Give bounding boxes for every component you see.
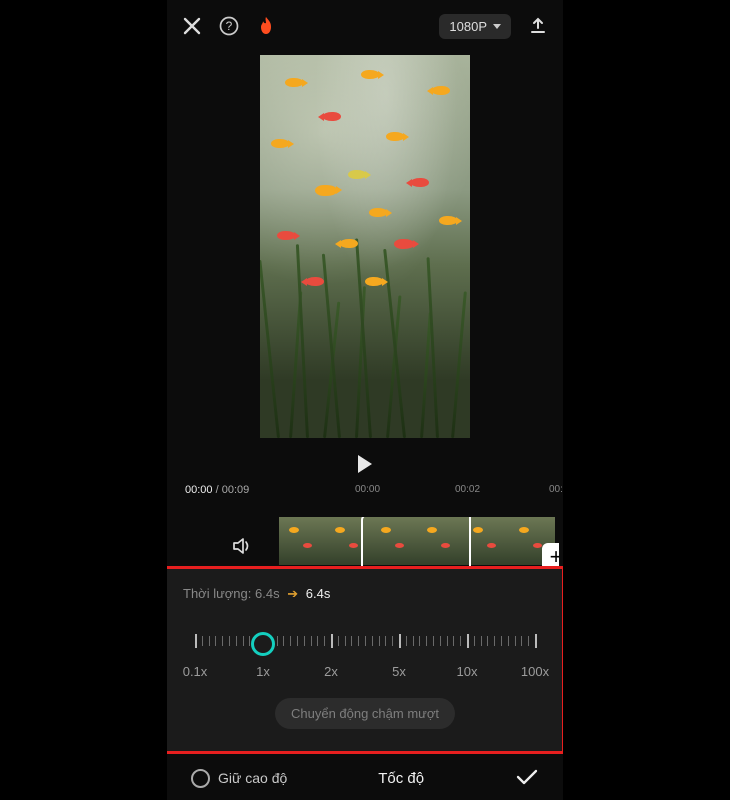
time-current: 00:00 — [185, 484, 213, 496]
speed-label: 0.1x — [183, 664, 208, 679]
app-frame: ? 1080P — [167, 0, 563, 800]
confirm-button[interactable] — [515, 768, 539, 789]
help-icon[interactable]: ? — [219, 16, 239, 36]
playhead[interactable] — [469, 517, 471, 567]
speed-ticks — [195, 634, 535, 650]
timeline-time-row: 00:00 / 00:09 00:00 00:02 00: — [167, 484, 563, 504]
play-icon — [358, 455, 372, 473]
play-button[interactable] — [358, 455, 372, 473]
timeline-tick: 00:00 — [355, 484, 380, 495]
timeline-tick: 00: — [549, 484, 563, 495]
duration-before: 6.4s — [255, 586, 280, 601]
bottom-bar: Giữ cao độ Tốc độ — [167, 756, 563, 800]
speed-label: 1x — [256, 664, 270, 679]
flame-icon[interactable] — [257, 16, 275, 36]
resolution-button[interactable]: 1080P — [439, 14, 511, 39]
volume-icon[interactable] — [231, 535, 253, 562]
top-bar: ? 1080P — [167, 6, 563, 46]
speed-label: 10x — [457, 664, 478, 679]
video-preview[interactable] — [260, 55, 470, 438]
panel-title: Tốc độ — [378, 770, 424, 787]
clip-thumb[interactable] — [371, 517, 417, 565]
chevron-down-icon — [493, 24, 501, 29]
duration-readout: Thời lượng: 6.4s ➔ 6.4s — [183, 586, 330, 602]
smooth-slowmo-button[interactable]: Chuyển động chậm mượt — [275, 698, 455, 729]
speed-slider[interactable] — [195, 634, 535, 656]
arrow-right-icon: ➔ — [287, 586, 298, 601]
timeline-clips[interactable]: + — [279, 517, 559, 567]
speed-label: 2x — [324, 664, 338, 679]
smooth-slowmo-label: Chuyển động chậm mượt — [291, 706, 439, 721]
speed-thumb[interactable] — [251, 632, 275, 656]
radio-icon — [191, 769, 210, 788]
add-clip-button[interactable]: + — [542, 543, 559, 567]
speed-panel: Thời lượng: 6.4s ➔ 6.4s 0.1x 1x 2x 5x 10… — [167, 568, 563, 752]
keep-pitch-label: Giữ cao độ — [218, 770, 287, 786]
clip-thumb[interactable] — [325, 517, 371, 565]
clip-thumb[interactable] — [279, 517, 325, 565]
speed-label: 100x — [521, 664, 549, 679]
time-counter: 00:00 / 00:09 — [185, 484, 249, 496]
timeline-tick: 00:02 — [455, 484, 480, 495]
duration-label: Thời lượng: — [183, 586, 251, 601]
close-icon[interactable] — [183, 17, 201, 35]
clip-thumb[interactable] — [417, 517, 463, 565]
svg-text:?: ? — [226, 19, 233, 33]
preview-image — [260, 55, 470, 438]
speed-label: 5x — [392, 664, 406, 679]
page-root: ? 1080P — [0, 0, 730, 800]
keep-pitch-toggle[interactable]: Giữ cao độ — [191, 769, 287, 788]
duration-after: 6.4s — [306, 586, 331, 601]
export-icon[interactable] — [529, 17, 547, 35]
resolution-label: 1080P — [449, 19, 487, 34]
time-total: 00:09 — [222, 484, 250, 496]
